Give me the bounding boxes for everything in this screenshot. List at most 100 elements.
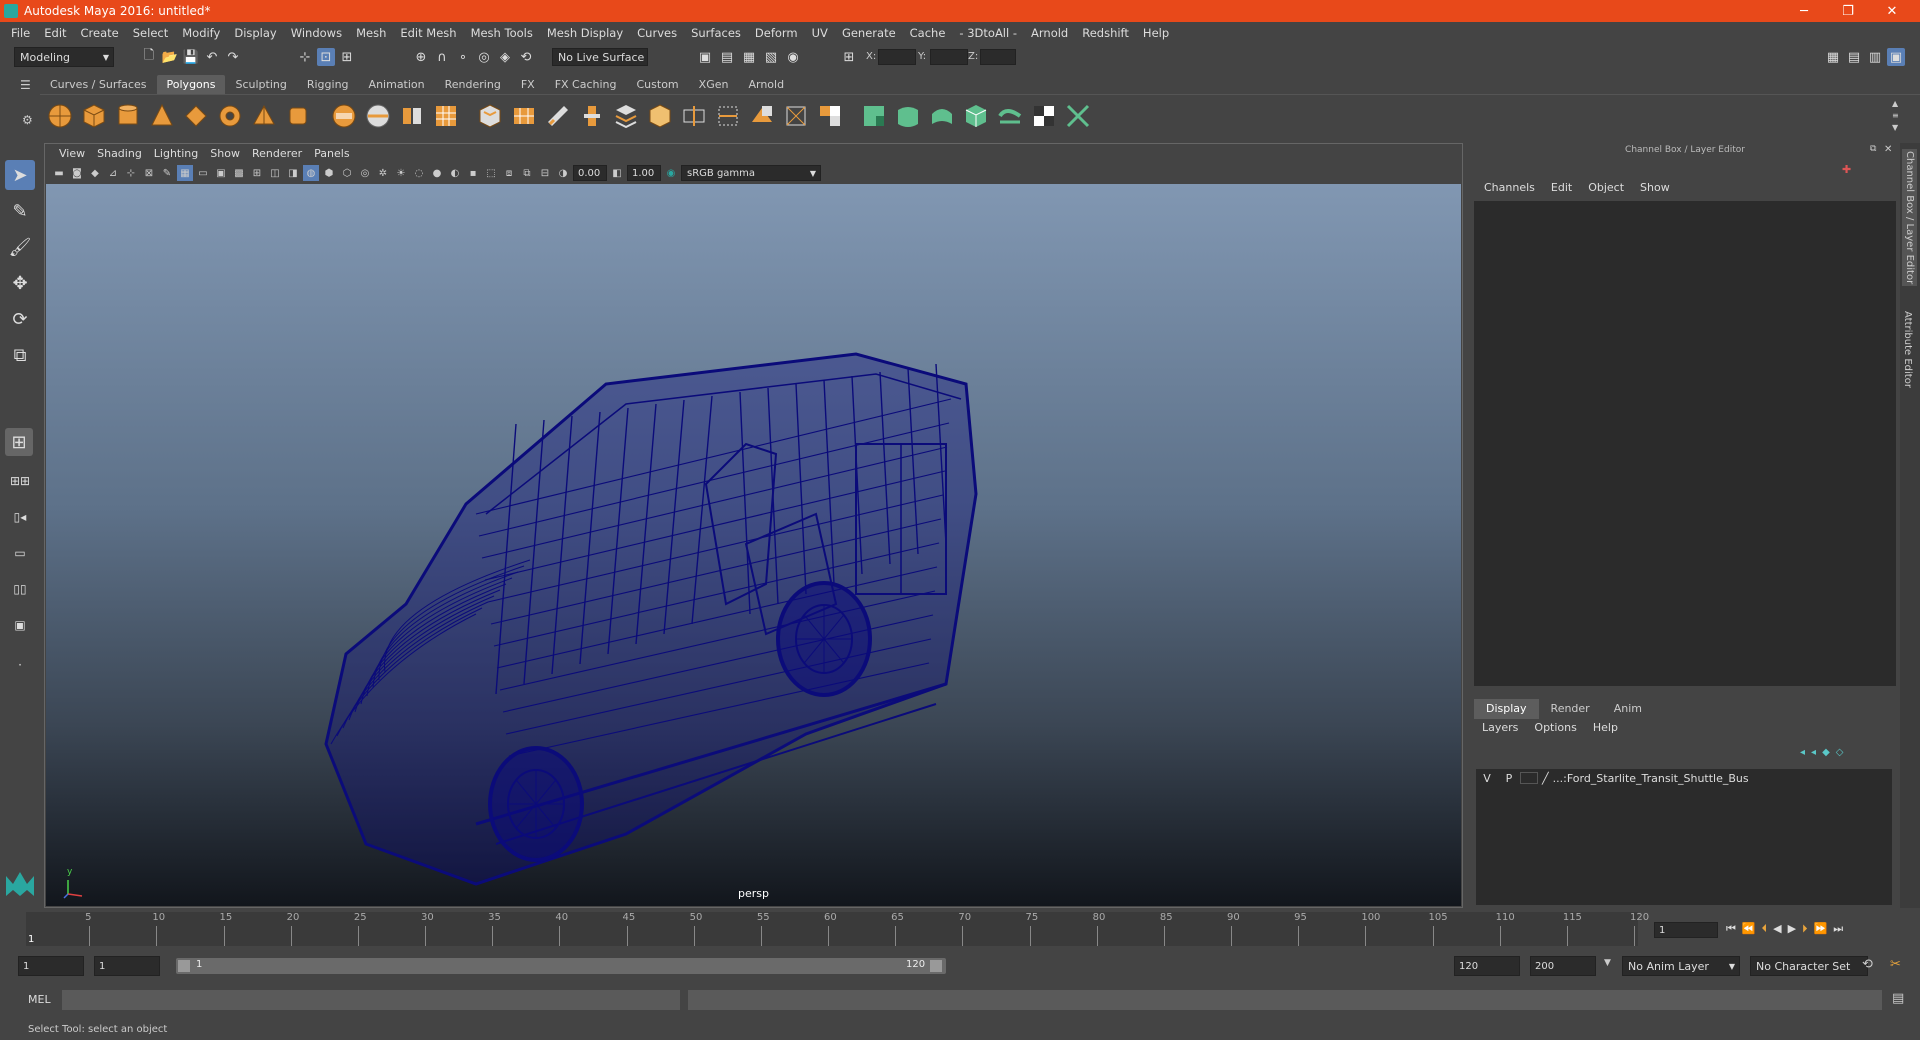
menu-cache[interactable]: Cache [903, 26, 953, 40]
menu-generate[interactable]: Generate [835, 26, 903, 40]
z-field[interactable] [980, 49, 1016, 65]
move-layer-up-icon[interactable]: ◂ [1800, 747, 1805, 758]
step-back-frame-icon[interactable]: ⏴ [1762, 922, 1768, 936]
snap-surface-icon[interactable]: ◈ [496, 48, 514, 66]
uv-editor-icon[interactable] [1064, 102, 1092, 130]
shelf-tab-animation[interactable]: Animation [359, 75, 435, 94]
shelf-tab-fx-caching[interactable]: FX Caching [545, 75, 627, 94]
gamma-icon[interactable]: ◧ [609, 165, 625, 181]
layer-tab-display[interactable]: Display [1474, 699, 1539, 719]
menu-mesh-tools[interactable]: Mesh Tools [464, 26, 540, 40]
exposure-field[interactable]: 0.00 [573, 165, 607, 181]
cb-menu-edit[interactable]: Edit [1543, 181, 1580, 199]
render-settings-icon[interactable]: ▦ [740, 48, 758, 66]
gate-mask-icon[interactable]: ▣ [213, 165, 229, 181]
xray-icon[interactable]: ✲ [375, 165, 391, 181]
bus-wireframe-model[interactable] [46, 184, 1461, 906]
scale-tool-icon[interactable]: ⧉ [5, 340, 35, 370]
le-menu-options[interactable]: Options [1526, 721, 1584, 739]
hypershade-layout-icon[interactable]: ▯▯ [5, 574, 35, 604]
motion-blur-icon[interactable]: ◐ [447, 165, 463, 181]
menu-deform[interactable]: Deform [748, 26, 805, 40]
shelf-tab-fx[interactable]: FX [511, 75, 545, 94]
isolate-icon[interactable]: ⬚ [483, 165, 499, 181]
poly-sphere-icon[interactable] [46, 102, 74, 130]
select-camera-icon[interactable]: ▬ [51, 165, 67, 181]
move-tool-icon[interactable]: ✥ [5, 268, 35, 298]
attribute-editor-toggle-icon[interactable]: ▤ [1845, 48, 1863, 66]
close-panel-icon[interactable]: ✕ [1884, 144, 1892, 155]
layer-color-swatch[interactable] [1520, 772, 1538, 784]
start-time-field[interactable]: 1 [18, 956, 84, 976]
outliner-layout-icon[interactable]: ▣ [5, 610, 35, 640]
wireframe-on-shaded-icon[interactable]: ⬡ [339, 165, 355, 181]
resolution-gate-icon[interactable]: ▭ [195, 165, 211, 181]
grease-pencil-icon[interactable]: ✎ [159, 165, 175, 181]
poly-plane-icon[interactable] [182, 102, 210, 130]
poly-pipe-icon[interactable] [284, 102, 312, 130]
le-menu-help[interactable]: Help [1585, 721, 1626, 739]
render-view-icon[interactable]: ◉ [784, 48, 802, 66]
vp-menu-panels[interactable]: Panels [308, 147, 355, 160]
snap-live-icon[interactable]: ⟲ [517, 48, 535, 66]
hypershade-icon[interactable]: ▧ [762, 48, 780, 66]
undo-icon[interactable]: ↶ [203, 48, 221, 66]
x-field[interactable] [878, 49, 916, 65]
multi-cut-icon[interactable] [612, 102, 640, 130]
minimize-button[interactable]: ─ [1782, 0, 1826, 22]
single-perspective-layout-icon[interactable]: ⊞ [5, 428, 33, 456]
backface-icon[interactable]: ⊟ [537, 165, 553, 181]
menu-mesh[interactable]: Mesh [349, 26, 393, 40]
xray-joints-icon[interactable]: ⧈ [501, 165, 517, 181]
create-empty-layer-icon[interactable]: ◆ [1822, 747, 1830, 758]
shelf-tab-sculpting[interactable]: Sculpting [225, 75, 296, 94]
vp-menu-lighting[interactable]: Lighting [148, 147, 204, 160]
lasso-tool-icon[interactable]: ✎ [5, 196, 35, 226]
combine-icon[interactable] [330, 102, 358, 130]
range-start-handle[interactable] [178, 960, 190, 972]
character-set-dropdown[interactable]: No Character Set [1750, 956, 1868, 976]
menu-redshift[interactable]: Redshift [1075, 26, 1136, 40]
open-scene-icon[interactable]: 📂 [161, 48, 179, 66]
gamma-field[interactable]: 1.00 [627, 165, 661, 181]
shelf-scroll-down-icon[interactable]: ▼ [1892, 123, 1898, 132]
bevel-icon[interactable] [544, 102, 572, 130]
render-ipr-icon[interactable]: ▤ [718, 48, 736, 66]
uv-planar-icon[interactable] [860, 102, 888, 130]
playback-end-field[interactable]: 120 [1454, 956, 1520, 976]
menu-modify[interactable]: Modify [175, 26, 227, 40]
menu-mesh-display[interactable]: Mesh Display [540, 26, 630, 40]
mode-dropdown[interactable]: Modeling ▼ [14, 47, 114, 67]
more-layouts-icon[interactable]: · [5, 650, 35, 680]
select-tool-icon[interactable]: ➤ [5, 160, 35, 190]
script-editor-icon[interactable]: ▤ [1892, 991, 1904, 1006]
close-button[interactable]: ✕ [1870, 0, 1914, 22]
shelf-tab-custom[interactable]: Custom [627, 75, 689, 94]
shelf-tab-rendering[interactable]: Rendering [435, 75, 511, 94]
bookmark-icon[interactable]: ◆ [87, 165, 103, 181]
menu-arnold[interactable]: Arnold [1024, 26, 1075, 40]
move-layer-down-icon[interactable]: ◂ [1811, 747, 1816, 758]
smooth-icon[interactable] [432, 102, 460, 130]
command-language-label[interactable]: MEL [28, 993, 51, 1006]
menu-edit[interactable]: Edit [37, 26, 73, 40]
perspective-scene[interactable]: y persp [46, 184, 1461, 906]
save-scene-icon[interactable]: 💾 [182, 48, 200, 66]
camera-attributes-icon[interactable]: ◙ [69, 165, 85, 181]
extrude-icon[interactable] [476, 102, 504, 130]
connect-icon[interactable] [680, 102, 708, 130]
layer-name[interactable]: ...:Ford_Starlite_Transit_Shuttle_Bus [1553, 772, 1749, 785]
insert-edge-loop-icon[interactable] [714, 102, 742, 130]
layer-tab-anim[interactable]: Anim [1602, 699, 1654, 719]
channel-list[interactable] [1474, 201, 1896, 686]
textured-icon[interactable]: ◎ [357, 165, 373, 181]
side-tab-attribute-editor[interactable]: Attribute Editor [1902, 311, 1913, 388]
xray-active-icon[interactable]: ⧉ [519, 165, 535, 181]
shelf-tab-polygons[interactable]: Polygons [156, 75, 226, 94]
menu-select[interactable]: Select [126, 26, 175, 40]
menu-curves[interactable]: Curves [630, 26, 684, 40]
shadows-icon[interactable]: ◌ [411, 165, 427, 181]
menu-3dtoall[interactable]: - 3DtoAll - [952, 26, 1024, 40]
menu-windows[interactable]: Windows [284, 26, 349, 40]
layer-playback-toggle[interactable]: P [1498, 772, 1520, 785]
